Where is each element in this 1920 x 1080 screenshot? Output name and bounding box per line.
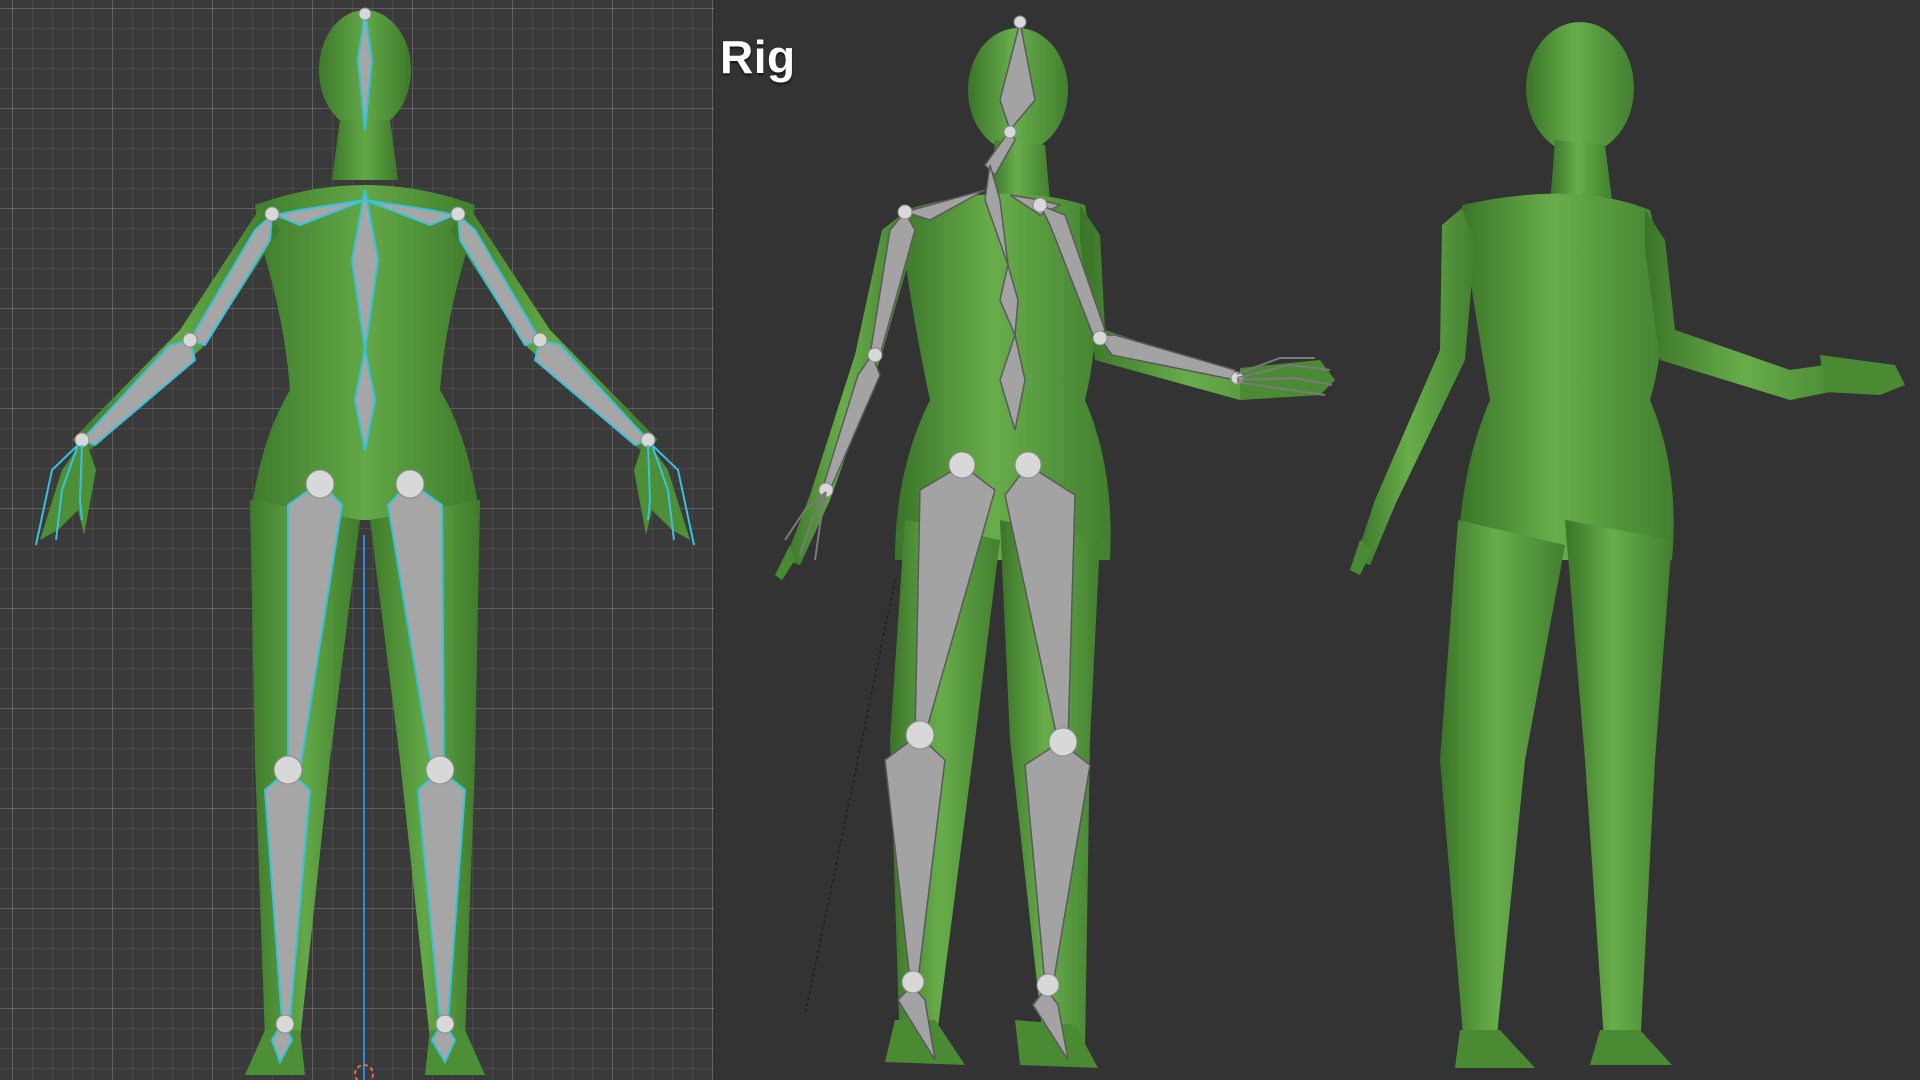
bone-upperarm-right (456, 212, 542, 347)
rig-label: Rig (720, 31, 796, 83)
front-rig-figure (35, 7, 1905, 1080)
bone-upperarm-left (188, 212, 274, 347)
bone-forearm-left (80, 338, 197, 447)
right-mesh (1350, 22, 1905, 1068)
ik-pole-line (804, 579, 896, 1016)
bone-forearm-right (533, 338, 650, 447)
scene-canvas: Rig (0, 0, 1920, 1080)
